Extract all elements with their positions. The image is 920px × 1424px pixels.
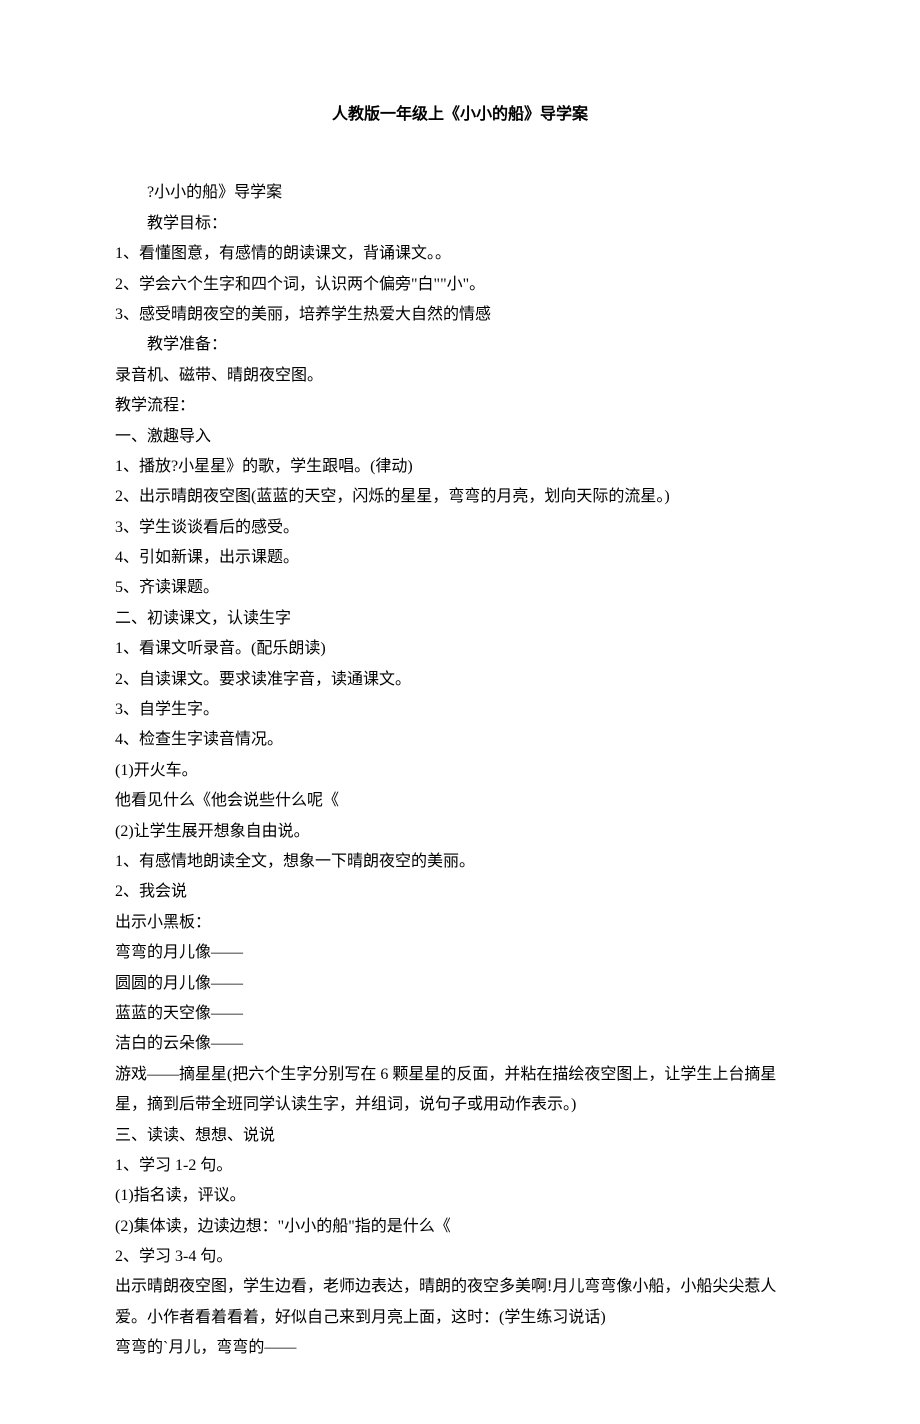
text-line: 游戏——摘星星(把六个生字分别写在 6 颗星星的反面，并粘在描绘夜空图上，让学生… [115,1060,805,1121]
text-line: 2、学习 3-4 句。 [115,1242,805,1272]
text-line: 三、读读、想想、说说 [115,1121,805,1151]
text-line: (1)指名读，评议。 [115,1181,805,1211]
text-line: 教学目标： [115,209,805,239]
text-line: 2、自读课文。要求读准字音，读通课文。 [115,665,805,695]
text-line: 1、学习 1-2 句。 [115,1151,805,1181]
text-line: 教学准备： [115,330,805,360]
text-line: 圆圆的月儿像—— [115,969,805,999]
text-line: 3、自学生字。 [115,695,805,725]
text-line: 4、检查生字读音情况。 [115,725,805,755]
text-line: 弯弯的月儿像—— [115,938,805,968]
text-line: 3、学生谈谈看后的感受。 [115,513,805,543]
text-line: (2)集体读，边读边想："小小的船"指的是什么《 [115,1212,805,1242]
text-line: 5、齐读课题。 [115,573,805,603]
text-line: 1、看懂图意，有感情的朗读课文，背诵课文。。 [115,239,805,269]
text-line: 1、有感情地朗读全文，想象一下晴朗夜空的美丽。 [115,847,805,877]
document-title: 人教版一年级上《小小的船》导学案 [115,100,805,130]
text-line: 出示晴朗夜空图，学生边看，老师边表达，晴朗的夜空多美啊!月儿弯弯像小船，小船尖尖… [115,1272,805,1333]
text-line: 教学流程： [115,391,805,421]
text-line: 2、我会说 [115,877,805,907]
text-line: 2、出示晴朗夜空图(蓝蓝的天空，闪烁的星星，弯弯的月亮，划向天际的流星。) [115,482,805,512]
text-line: 2、学会六个生字和四个词，认识两个偏旁"白""小"。 [115,270,805,300]
text-line: 一、激趣导入 [115,422,805,452]
text-line: 洁白的云朵像—— [115,1029,805,1059]
text-line: 3、感受晴朗夜空的美丽，培养学生热爱大自然的情感 [115,300,805,330]
text-line: 弯弯的`月儿，弯弯的—— [115,1333,805,1363]
text-line: (1)开火车。 [115,756,805,786]
text-line: 出示小黑板： [115,908,805,938]
text-line: 1、看课文听录音。(配乐朗读) [115,634,805,664]
text-line: 4、引如新课，出示课题。 [115,543,805,573]
text-line: 二、初读课文，认读生字 [115,604,805,634]
document-body: ?小小的船》导学案教学目标：1、看懂图意，有感情的朗读课文，背诵课文。。2、学会… [115,178,805,1363]
text-line: ?小小的船》导学案 [115,178,805,208]
text-line: 蓝蓝的天空像—— [115,999,805,1029]
text-line: 他看见什么《他会说些什么呢《 [115,786,805,816]
text-line: (2)让学生展开想象自由说。 [115,817,805,847]
text-line: 录音机、磁带、晴朗夜空图。 [115,361,805,391]
text-line: 1、播放?小星星》的歌，学生跟唱。(律动) [115,452,805,482]
